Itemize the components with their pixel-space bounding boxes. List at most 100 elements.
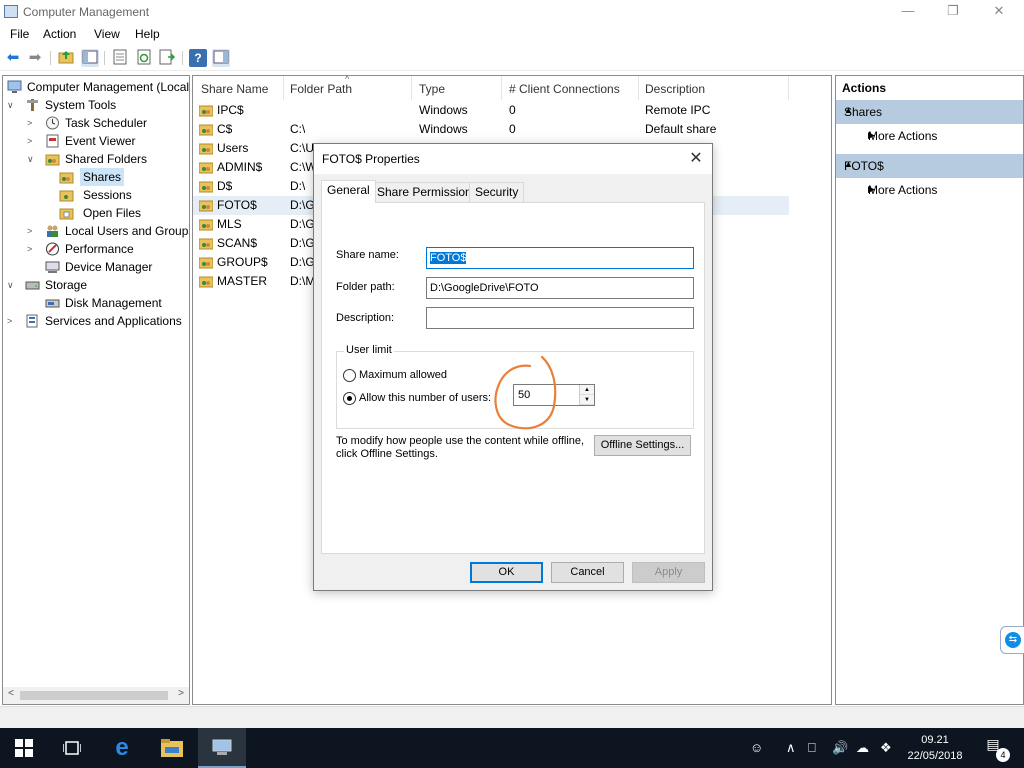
expanded-chevron-icon[interactable]: ∨ — [27, 150, 37, 168]
notification-count-badge: 4 — [996, 748, 1010, 762]
maximum-allowed-label[interactable]: Maximum allowed — [359, 369, 447, 381]
tree-label: Disk Management — [65, 296, 162, 310]
ok-button[interactable]: OK — [470, 562, 543, 583]
share-icon — [199, 143, 213, 155]
spin-up-icon[interactable]: ▲ — [580, 385, 594, 395]
column-folder-path[interactable]: Folder Path — [290, 82, 352, 96]
list-header: Share Name Folder Path ^ Type # Client C… — [193, 76, 831, 100]
share-name-cell: SCAN$ — [217, 236, 258, 250]
scroll-right-arrow-icon[interactable]: > — [174, 688, 188, 699]
collapse-triangle-icon[interactable]: ▲ — [844, 105, 1015, 115]
allow-number-radio[interactable] — [343, 392, 356, 405]
export-list-icon[interactable] — [158, 49, 176, 67]
description-field[interactable] — [426, 307, 694, 329]
scrollbar-thumb[interactable] — [20, 691, 168, 700]
people-icon[interactable]: ☺ — [750, 740, 763, 755]
tab-general[interactable]: General — [321, 180, 376, 203]
share-icon — [199, 162, 213, 174]
submenu-arrow-icon: ▶ — [868, 130, 875, 140]
tree-horizontal-scrollbar[interactable]: < > — [3, 687, 189, 704]
volume-icon[interactable]: 🔊 — [832, 740, 848, 756]
submenu-arrow-icon: ▶ — [868, 184, 875, 194]
share-name-cell: C$ — [217, 122, 233, 136]
maximize-button[interactable]: ❐ — [930, 0, 976, 24]
folder-path-cell: C:\ — [290, 122, 306, 136]
scroll-left-arrow-icon[interactable]: < — [4, 688, 18, 699]
tab-share-permissions[interactable]: Share Permissions — [371, 182, 484, 202]
user-count-spinner[interactable]: 50 ▲ ▼ — [513, 384, 595, 406]
menu-file[interactable]: File — [10, 27, 29, 41]
back-arrow-icon[interactable]: ⬅ — [4, 49, 22, 67]
edge-browser-icon[interactable]: e — [98, 728, 146, 768]
apply-button[interactable]: Apply — [632, 562, 705, 583]
action-center-icon[interactable]: ▤ 4 — [980, 736, 1010, 762]
tree-label: Shared Folders — [65, 152, 148, 166]
share-name-cell: GROUP$ — [217, 255, 268, 269]
tree-label: Device Manager — [65, 260, 153, 274]
show-action-pane-icon[interactable] — [212, 49, 230, 67]
more-actions-foto[interactable]: More Actions ▶ — [836, 180, 1023, 200]
offline-settings-button[interactable]: Offline Settings... — [594, 435, 691, 456]
minimize-button[interactable]: — — [885, 0, 931, 24]
dialog-title: FOTO$ Properties — [322, 152, 420, 166]
expanded-chevron-icon[interactable]: ∨ — [7, 276, 17, 294]
folder-path-field[interactable]: D:\GoogleDrive\FOTO — [426, 277, 694, 299]
collapsed-chevron-icon[interactable]: > — [27, 222, 37, 240]
system-clock[interactable]: 09.21 22/05/2018 — [900, 732, 970, 764]
collapsed-chevron-icon[interactable]: > — [27, 132, 37, 150]
expanded-chevron-icon[interactable]: ∨ — [7, 96, 17, 114]
collapsed-chevron-icon[interactable]: > — [27, 114, 37, 132]
dialog-close-icon[interactable]: ✕ — [684, 147, 708, 171]
column-client-connections[interactable]: # Client Connections — [509, 82, 620, 96]
menu-bar: File Action View Help — [0, 24, 1024, 44]
column-divider[interactable] — [788, 76, 789, 100]
properties-page-icon[interactable] — [111, 49, 129, 67]
start-windows-icon[interactable] — [0, 728, 48, 768]
column-divider[interactable] — [283, 76, 284, 100]
folder-path-cell: D:\M — [290, 274, 316, 288]
computer-management-taskbar-icon[interactable] — [198, 728, 246, 768]
radio-selected-dot — [347, 396, 352, 401]
show-hidden-icons-chevron-icon[interactable]: ∧ — [786, 740, 796, 756]
up-folder-icon[interactable] — [57, 49, 75, 67]
spinner-buttons: ▲ ▼ — [579, 385, 594, 405]
collapse-triangle-icon[interactable]: ▲ — [844, 159, 1015, 169]
column-divider[interactable] — [501, 76, 502, 100]
refresh-icon[interactable] — [135, 49, 153, 67]
maximum-allowed-radio[interactable] — [343, 369, 356, 382]
close-button[interactable]: ✕ — [976, 0, 1022, 24]
table-row[interactable]: C$ C:\ Windows 0 Default share — [193, 120, 789, 139]
tab-security[interactable]: Security — [469, 182, 525, 202]
cancel-button[interactable]: Cancel — [551, 562, 624, 583]
column-type[interactable]: Type — [419, 82, 445, 96]
dropbox-icon[interactable]: ❖ — [880, 740, 892, 756]
forward-arrow-icon[interactable]: ➡ — [26, 49, 44, 67]
collapsed-chevron-icon[interactable]: > — [7, 312, 17, 330]
menu-help[interactable]: Help — [135, 27, 160, 41]
task-view-icon[interactable] — [48, 728, 96, 768]
actions-section-foto[interactable]: FOTO$ ▲ — [836, 154, 1023, 178]
menu-action[interactable]: Action — [43, 27, 76, 41]
actions-section-shares[interactable]: Shares ▲ — [836, 100, 1023, 124]
teamviewer-tab[interactable]: ⇆ — [1000, 626, 1024, 654]
properties-dialog: FOTO$ Properties ✕ General Share Permiss… — [313, 143, 713, 591]
column-divider[interactable] — [638, 76, 639, 100]
show-hide-tree-icon[interactable] — [81, 49, 99, 67]
collapsed-chevron-icon[interactable]: > — [27, 240, 37, 258]
column-share-name[interactable]: Share Name — [201, 82, 268, 96]
share-name-field[interactable]: FOTO$ — [426, 247, 694, 269]
share-name-cell: MLS — [217, 217, 242, 231]
table-row[interactable]: IPC$ Windows 0 Remote IPC — [193, 101, 789, 120]
folder-path-cell: D:\G — [290, 236, 315, 250]
network-icon[interactable]: ⎕ — [808, 740, 816, 756]
allow-number-label[interactable]: Allow this number of users: — [359, 392, 491, 404]
column-description[interactable]: Description — [645, 82, 705, 96]
column-divider[interactable] — [411, 76, 412, 100]
more-actions-shares[interactable]: More Actions ▶ — [836, 126, 1023, 146]
help-icon[interactable]: ? — [189, 49, 207, 67]
share-name-cell: MASTER — [217, 274, 268, 288]
menu-view[interactable]: View — [94, 27, 120, 41]
file-explorer-icon[interactable] — [148, 728, 196, 768]
onedrive-upload-icon[interactable]: ☁ — [856, 740, 869, 756]
spin-down-icon[interactable]: ▼ — [580, 395, 594, 405]
